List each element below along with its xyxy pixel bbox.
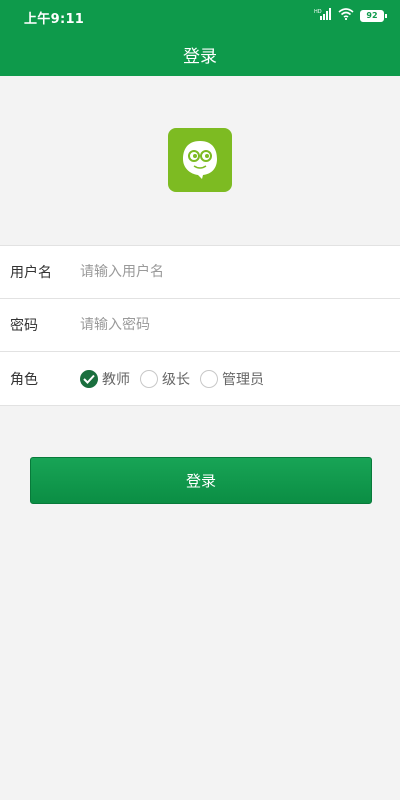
role-label: 角色 xyxy=(10,371,38,388)
username-label: 用户名 xyxy=(10,265,52,281)
password-row: 密码 xyxy=(0,299,400,352)
app-logo xyxy=(168,128,232,192)
wifi-icon xyxy=(338,8,354,24)
role-option-label: 教师 xyxy=(102,371,130,388)
role-option-teacher[interactable]: 教师 xyxy=(80,369,130,389)
role-row: 角色 教师 级长 管理员 xyxy=(0,352,400,405)
role-option-admin[interactable]: 管理员 xyxy=(200,369,264,389)
network-label: HD xyxy=(314,9,322,15)
username-input[interactable] xyxy=(80,264,380,280)
login-form: 用户名 密码 角色 教师 级长 管理员 xyxy=(0,245,400,406)
role-option-grade-leader[interactable]: 级长 xyxy=(140,369,190,389)
signal-icon: HD xyxy=(314,8,332,24)
page-title: 登录 xyxy=(183,47,217,67)
role-radio-group: 教师 级长 管理员 xyxy=(80,369,274,389)
app-header-bar: 上午9:11 HD 92 登录 xyxy=(0,0,400,76)
role-option-label: 级长 xyxy=(162,371,190,388)
password-input[interactable] xyxy=(80,317,380,333)
radio-unchecked-icon[interactable] xyxy=(200,369,218,388)
battery-icon: 92 xyxy=(360,10,387,22)
password-label: 密码 xyxy=(10,318,38,334)
radio-checked-icon[interactable] xyxy=(80,369,98,388)
status-bar: 上午9:11 HD 92 xyxy=(0,0,400,32)
radio-unchecked-icon[interactable] xyxy=(140,369,158,388)
login-button[interactable]: 登录 xyxy=(30,457,372,504)
chat-face-icon xyxy=(183,141,217,179)
status-icons: HD 92 xyxy=(314,8,387,24)
username-row: 用户名 xyxy=(0,246,400,299)
role-option-label: 管理员 xyxy=(222,371,264,388)
status-time: 上午9:11 xyxy=(24,12,85,27)
